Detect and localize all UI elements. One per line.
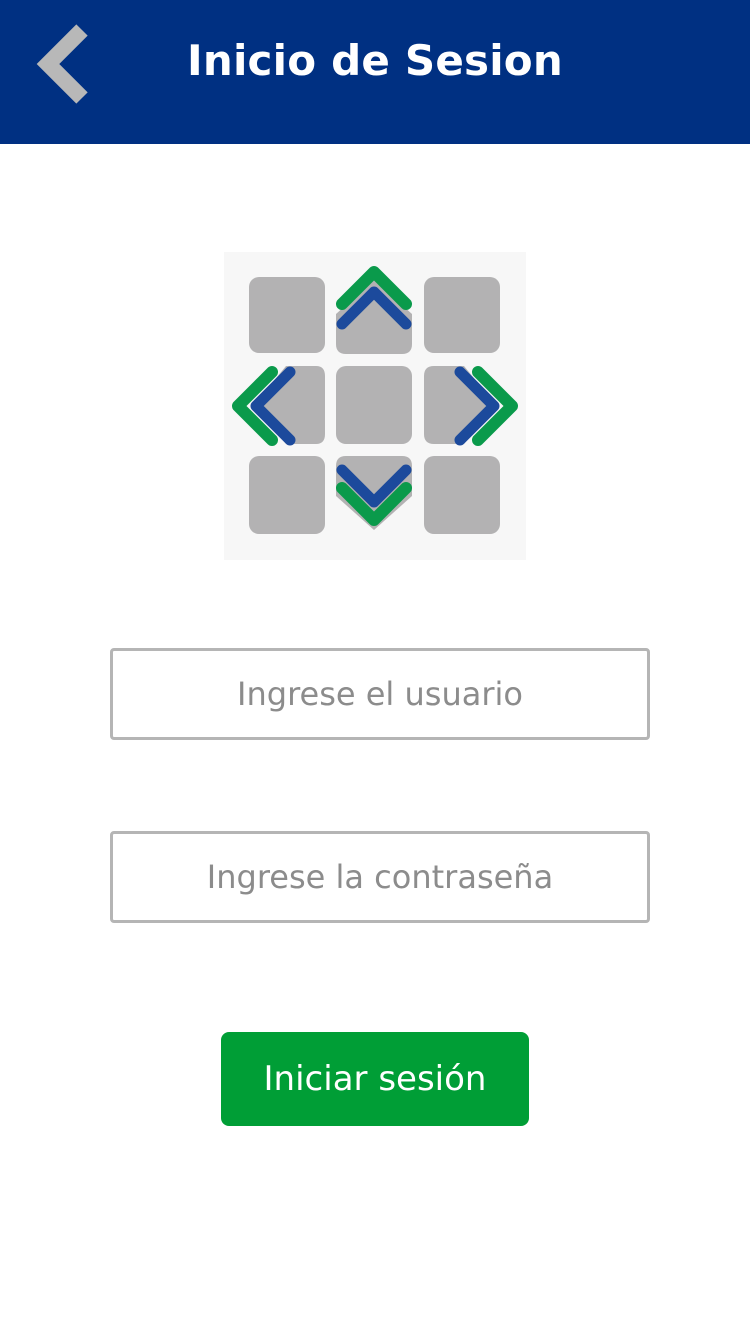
directional-arrows-logo	[224, 252, 526, 560]
header-bar: Inicio de Sesion	[0, 0, 750, 144]
app-logo	[224, 252, 526, 560]
username-input[interactable]	[110, 648, 650, 740]
password-input[interactable]	[110, 831, 650, 923]
login-button[interactable]: Iniciar sesión	[221, 1032, 529, 1126]
page-title: Inicio de Sesion	[187, 36, 563, 85]
